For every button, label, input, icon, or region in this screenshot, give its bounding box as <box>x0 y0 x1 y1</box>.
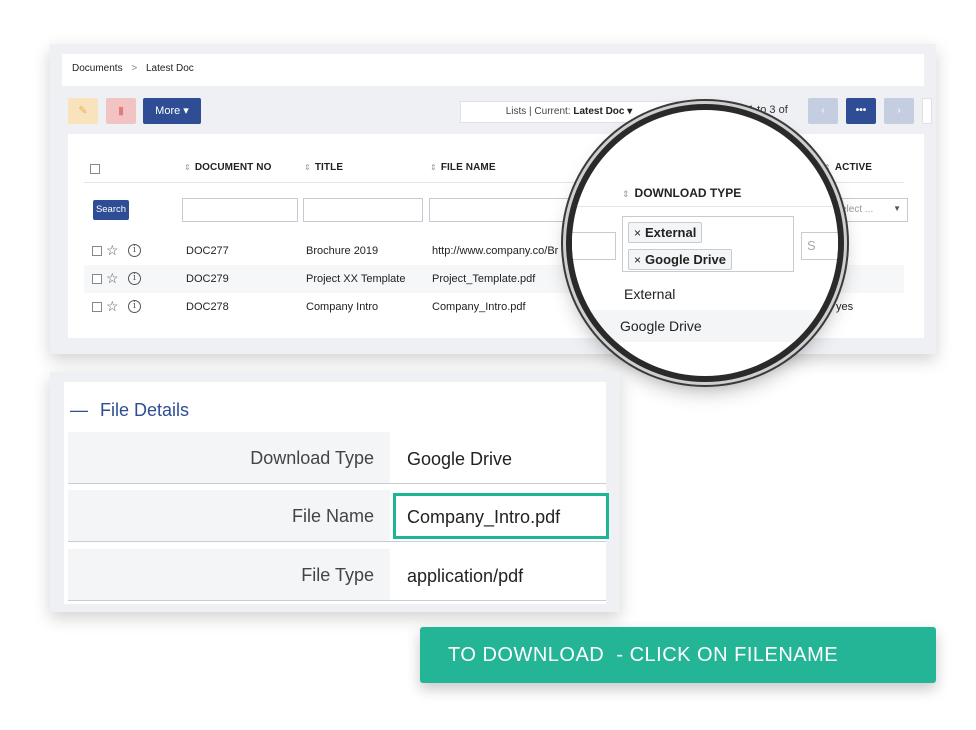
delete-button[interactable]: ▮ <box>106 98 136 124</box>
filter-document-no-input[interactable] <box>182 198 298 222</box>
file-details-panel: — File Details Download Type Google Drive… <box>50 372 620 612</box>
breadcrumb-root[interactable]: Documents <box>72 63 123 74</box>
breadcrumb-separator: > <box>131 63 138 74</box>
header-document-no[interactable]: ⇕ DOCUMENT NO <box>184 162 271 173</box>
more-button[interactable]: More ▾ <box>143 98 201 124</box>
magnified-download-type-column: ⇕ DOWNLOAD TYPE × External × Google Drive S… <box>572 110 838 376</box>
header-active-label: ACTIVE <box>834 162 873 173</box>
cell-file-name[interactable]: Project_Template.pdf <box>432 273 535 285</box>
detail-label: Download Type <box>68 432 390 483</box>
detail-label: File Name <box>68 490 390 541</box>
filter-file-name-input[interactable] <box>572 232 616 260</box>
breadcrumb: Documents > Latest Doc <box>62 54 924 86</box>
download-instruction-banner: TO DOWNLOAD - CLICK ON FILENAME <box>420 627 936 683</box>
toolbar-edge-button[interactable] <box>922 98 932 124</box>
detail-value: application/pdf <box>407 566 524 586</box>
detail-label: File Type <box>68 549 390 600</box>
cell-document-no: DOC279 <box>186 273 229 285</box>
tag-label: Google Drive <box>645 252 726 267</box>
star-icon[interactable]: ☆ <box>106 270 119 287</box>
header-file-name[interactable]: ⇕ FILE NAME <box>430 162 496 173</box>
row-checkbox[interactable] <box>92 302 102 312</box>
cell-document-no: DOC278 <box>186 301 229 313</box>
download-type-multiselect[interactable]: × External × Google Drive <box>622 216 794 272</box>
header-divider <box>572 206 838 207</box>
sort-icon: ⇕ <box>430 163 437 172</box>
section-title: File Details <box>100 400 190 420</box>
cell-title: Project XX Template <box>306 273 406 285</box>
info-icon[interactable]: i <box>128 244 141 257</box>
next-page-button[interactable]: › <box>884 98 914 124</box>
file-details-card: — File Details Download Type Google Drive… <box>64 382 609 604</box>
filter-active-select[interactable]: elect ... ▼ <box>834 198 908 222</box>
breadcrumb-current: Latest Doc <box>145 63 194 74</box>
select-all-checkbox[interactable] <box>90 164 100 174</box>
header-download-type-label: DOWNLOAD TYPE <box>634 186 742 200</box>
active-select-placeholder: elect ... <box>841 204 874 215</box>
selected-tag-external[interactable]: × External <box>628 222 703 243</box>
cell-file-name[interactable]: Company_Intro.pdf <box>432 301 526 313</box>
file-name-link[interactable]: Company_Intro.pdf <box>407 507 560 528</box>
row-checkbox[interactable] <box>92 246 102 256</box>
list-item: Google Drive <box>572 310 838 342</box>
info-icon[interactable]: i <box>128 272 141 285</box>
detail-row-file-name: File Name Company_Intro.pdf <box>68 490 609 542</box>
download-type-value: Google Drive <box>620 318 702 334</box>
download-type-value: External <box>624 286 676 302</box>
magnifier-lens: ⇕ DOWNLOAD TYPE × External × Google Drive S… <box>572 110 838 376</box>
more-pages-button[interactable]: ••• <box>846 98 876 124</box>
trash-icon: ▮ <box>117 105 125 117</box>
remove-tag-icon[interactable]: × <box>634 226 641 240</box>
cell-active: yes <box>836 301 854 313</box>
tag-label: External <box>645 225 697 240</box>
star-icon[interactable]: ☆ <box>106 298 119 315</box>
row-checkbox[interactable] <box>92 274 102 284</box>
header-title[interactable]: ⇕ TITLE <box>304 162 343 173</box>
info-icon[interactable]: i <box>128 300 141 313</box>
detail-row-file-type: File Type application/pdf <box>68 549 606 601</box>
detail-row-download-type: Download Type Google Drive <box>68 432 606 484</box>
filter-file-name-input[interactable] <box>429 198 589 222</box>
list-item: External <box>572 278 838 310</box>
search-button[interactable]: Search <box>93 200 129 220</box>
chevron-down-icon: ▼ <box>893 204 901 213</box>
detail-value: Google Drive <box>407 449 513 469</box>
header-file-name-label: FILE NAME <box>440 162 496 173</box>
star-icon[interactable]: ☆ <box>106 242 119 259</box>
sort-icon: ⇕ <box>622 189 630 199</box>
filter-title-input[interactable] <box>303 198 423 222</box>
cell-document-no: DOC277 <box>186 245 229 257</box>
sort-icon: ⇕ <box>184 163 191 172</box>
cell-file-name[interactable]: http://www.company.co/Br <box>432 245 558 257</box>
selected-tag-google-drive[interactable]: × Google Drive <box>628 249 732 270</box>
header-download-type[interactable]: ⇕ DOWNLOAD TYPE <box>622 186 741 200</box>
header-document-no-label: DOCUMENT NO <box>194 162 272 173</box>
cell-title: Brochure 2019 <box>306 245 379 257</box>
cell-title: Company Intro <box>306 301 379 313</box>
collapse-icon[interactable]: — <box>70 400 88 420</box>
edit-button[interactable]: ✎ <box>68 98 98 124</box>
remove-tag-icon[interactable]: × <box>634 253 641 267</box>
filter-active-select[interactable]: S <box>801 232 838 260</box>
header-title-label: TITLE <box>314 162 344 173</box>
lists-prefix: Lists | Current: <box>505 106 574 117</box>
pencil-icon: ✎ <box>78 105 88 117</box>
file-details-header[interactable]: — File Details <box>70 400 189 421</box>
sort-icon: ⇕ <box>304 163 311 172</box>
